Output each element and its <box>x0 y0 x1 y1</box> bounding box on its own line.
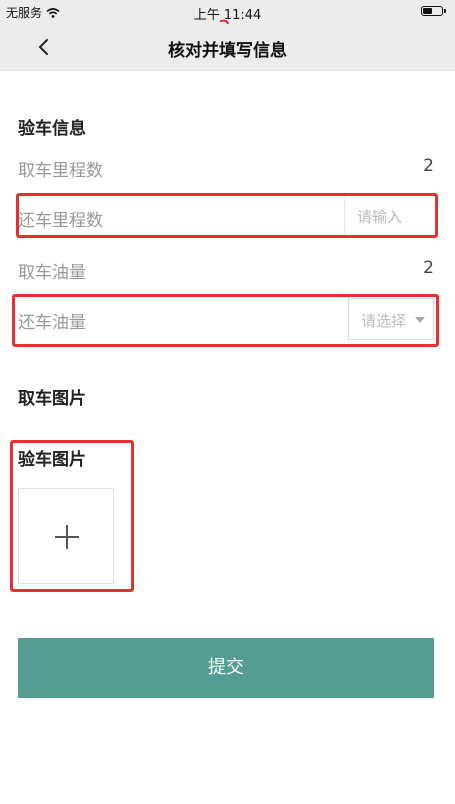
return-fuel-label: 还车油量 <box>18 313 86 333</box>
return-mileage-label: 还车里程数 <box>18 211 103 231</box>
nav-bar: 核对并填写信息 <box>0 24 455 71</box>
caret-down-icon <box>415 317 425 323</box>
add-photo-button[interactable] <box>18 488 114 584</box>
pickup-mileage-row: 取车里程数 2 <box>18 150 434 184</box>
pickup-mileage-value: 2 <box>423 156 434 176</box>
submit-button[interactable]: 提交 <box>18 638 434 698</box>
pickup-fuel-value: 2 <box>423 258 434 278</box>
pickup-fuel-label: 取车油量 <box>18 263 86 283</box>
return-fuel-select-value: 请选择 <box>361 312 407 330</box>
section-title-pickup-photos: 取车图片 <box>18 389 86 409</box>
section-title-inspection-photos: 验车图片 <box>18 450 86 470</box>
status-right <box>421 6 446 16</box>
return-mileage-input-wrapper <box>344 197 434 237</box>
return-fuel-select[interactable]: 请选择 <box>348 298 434 340</box>
pickup-fuel-row: 取车油量 2 <box>18 252 434 286</box>
page-title: 核对并填写信息 <box>168 41 287 61</box>
return-mileage-input[interactable] <box>345 197 434 237</box>
section-title-inspection-info: 验车信息 <box>18 119 86 139</box>
battery-icon <box>421 6 446 16</box>
pickup-mileage-label: 取车里程数 <box>18 161 103 181</box>
return-mileage-row: 还车里程数 <box>18 197 434 237</box>
return-fuel-row: 还车油量 请选择 <box>18 298 434 340</box>
